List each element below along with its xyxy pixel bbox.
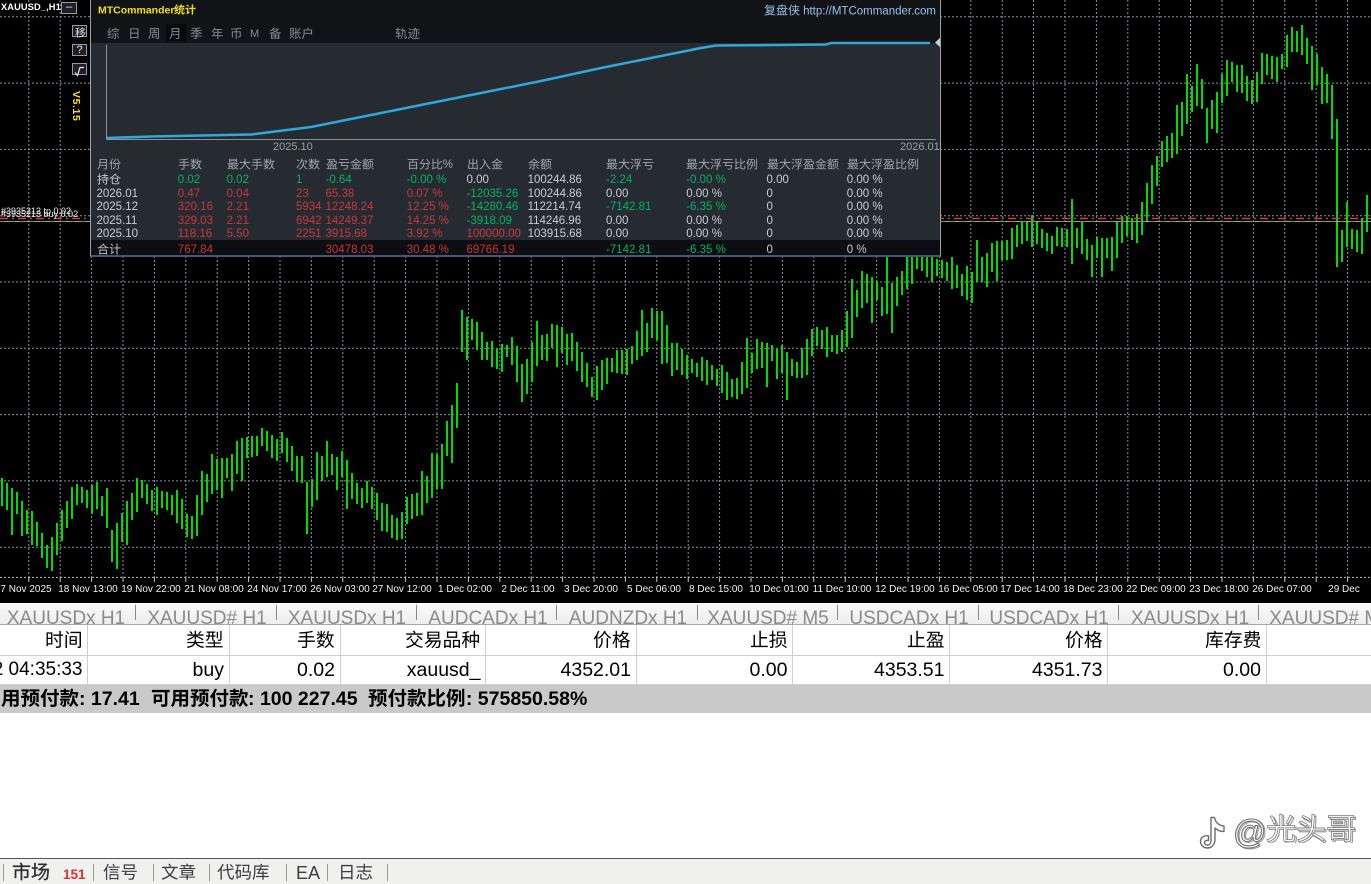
svg-text:@: @: [1233, 813, 1267, 850]
